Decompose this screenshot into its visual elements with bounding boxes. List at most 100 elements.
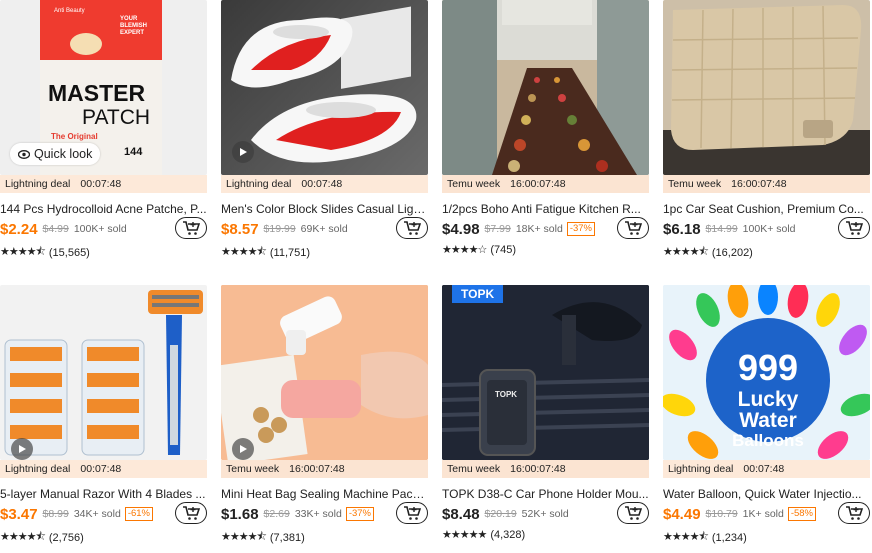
- original-price: $14.99: [705, 223, 738, 235]
- price: $3.47: [0, 505, 38, 523]
- play-video-button[interactable]: [232, 141, 254, 163]
- deal-label: Temu week: [447, 463, 501, 475]
- add-to-cart-button[interactable]: [396, 217, 428, 239]
- sold-count: 1K+ sold: [742, 508, 784, 520]
- deal-banner: Lightning deal 00:07:48: [221, 175, 428, 193]
- star-rating: ★★★★⯪: [0, 531, 46, 543]
- deal-timer: 00:07:48: [301, 178, 343, 190]
- add-to-cart-icon: [846, 221, 863, 235]
- original-price: $2.69: [263, 508, 290, 520]
- play-icon: [19, 445, 26, 453]
- play-icon: [240, 148, 247, 156]
- deal-label: Lightning deal: [226, 178, 292, 190]
- svg-text:Lucky: Lucky: [738, 388, 799, 411]
- svg-text:PATCH: PATCH: [82, 106, 150, 129]
- sold-count: 34K+ sold: [73, 508, 121, 520]
- brand-tag: TOPK: [452, 285, 504, 303]
- deal-banner: Temu week 16:00:07:48: [663, 175, 870, 193]
- product-card[interactable]: Temu week 16:00:07:48 Mini Heat Bag Seal…: [221, 285, 428, 547]
- add-to-cart-button[interactable]: [838, 217, 870, 239]
- product-image[interactable]: TOPK TOPK: [442, 285, 649, 460]
- add-to-cart-button[interactable]: [617, 217, 649, 239]
- add-to-cart-icon: [625, 221, 642, 235]
- svg-text:Balloons: Balloons: [732, 431, 804, 450]
- add-to-cart-button[interactable]: [175, 502, 207, 524]
- sold-count: 33K+ sold: [294, 508, 342, 520]
- deal-timer: 16:00:07:48: [510, 178, 566, 190]
- discount-badge: -37%: [566, 222, 596, 236]
- sold-count: 100K+ sold: [73, 223, 127, 235]
- product-image[interactable]: [221, 285, 428, 460]
- product-image[interactable]: 999 Lucky Water Balloons: [663, 285, 870, 460]
- deal-label: Lightning deal: [668, 463, 734, 475]
- price: $2.24: [0, 220, 38, 238]
- deal-timer: 16:00:07:48: [510, 463, 566, 475]
- deal-banner: Temu week 16:00:07:48: [442, 460, 649, 478]
- svg-text:MASTER: MASTER: [48, 80, 146, 106]
- deal-banner: Lightning deal 00:07:48: [0, 175, 207, 193]
- bag-sealer-image: [221, 285, 428, 460]
- product-card[interactable]: Lightning deal 00:07:48 5-layer Manual R…: [0, 285, 207, 547]
- product-image[interactable]: [442, 0, 649, 175]
- svg-text:Anti Beauty: Anti Beauty: [54, 8, 85, 14]
- price: $6.18: [663, 220, 701, 238]
- sold-count: 100K+ sold: [742, 223, 796, 235]
- deal-timer: 16:00:07:48: [289, 463, 345, 475]
- product-card[interactable]: Anti Beauty YOUR BLEMISH EXPERT MASTER P…: [0, 0, 207, 262]
- play-video-button[interactable]: [11, 438, 33, 460]
- deal-label: Temu week: [447, 178, 501, 190]
- quick-look-button[interactable]: Quick look: [10, 143, 101, 165]
- star-rating: ★★★★⯪: [221, 246, 267, 258]
- sold-count: 69K+ sold: [300, 223, 348, 235]
- product-card[interactable]: Lightning deal 00:07:48 Men's Color Bloc…: [221, 0, 428, 262]
- review-count: (745): [490, 243, 516, 256]
- product-card[interactable]: Temu week 16:00:07:48 1/2pcs Boho Anti F…: [442, 0, 649, 256]
- product-image[interactable]: Anti Beauty YOUR BLEMISH EXPERT MASTER P…: [0, 0, 207, 175]
- product-image[interactable]: [663, 0, 870, 175]
- phone-holder-image: TOPK: [442, 285, 649, 460]
- deal-label: Lightning deal: [5, 178, 71, 190]
- add-to-cart-icon: [404, 221, 421, 235]
- product-title[interactable]: Mini Heat Bag Sealing Machine Pack...: [221, 487, 428, 501]
- deal-banner: Temu week 16:00:07:48: [442, 175, 649, 193]
- play-video-button[interactable]: [232, 438, 254, 460]
- add-to-cart-button[interactable]: [617, 502, 649, 524]
- discount-badge: -37%: [345, 507, 375, 521]
- review-count: (2,756): [48, 531, 84, 544]
- review-count: (7,381): [269, 531, 305, 544]
- svg-text:144: 144: [124, 146, 143, 158]
- sold-count: 18K+ sold: [515, 223, 563, 235]
- review-count: (11,751): [269, 246, 311, 259]
- product-title[interactable]: 5-layer Manual Razor With 4 Blades ...: [0, 487, 207, 501]
- product-card[interactable]: Temu week 16:00:07:48 1pc Car Seat Cushi…: [663, 0, 870, 262]
- add-to-cart-button[interactable]: [838, 502, 870, 524]
- product-card[interactable]: TOPK TOPK Temu week 16:00:07:48 TOPK D38…: [442, 285, 649, 541]
- original-price: $19.99: [263, 223, 296, 235]
- product-title[interactable]: Men's Color Block Slides Casual Ligh...: [221, 202, 428, 216]
- product-title[interactable]: Water Balloon, Quick Water Injectio...: [663, 487, 870, 501]
- product-card[interactable]: 999 Lucky Water Balloons Lightning deal …: [663, 285, 870, 547]
- review-count: (1,234): [711, 531, 747, 544]
- add-to-cart-icon: [183, 221, 200, 235]
- product-image[interactable]: [221, 0, 428, 175]
- kitchen-rug-image: [442, 0, 649, 175]
- add-to-cart-icon: [625, 506, 642, 520]
- product-title[interactable]: 144 Pcs Hydrocolloid Acne Patche, P...: [0, 202, 207, 216]
- deal-label: Temu week: [226, 463, 280, 475]
- razor-image: [4, 290, 203, 456]
- deal-timer: 00:07:48: [80, 463, 122, 475]
- product-image[interactable]: [0, 285, 207, 460]
- product-title[interactable]: 1/2pcs Boho Anti Fatigue Kitchen R...: [442, 202, 649, 216]
- product-title[interactable]: TOPK D38-C Car Phone Holder Mou...: [442, 487, 649, 501]
- star-rating: ★★★★⯪: [221, 531, 267, 543]
- deal-timer: 00:07:48: [743, 463, 785, 475]
- product-title[interactable]: 1pc Car Seat Cushion, Premium Co...: [663, 202, 870, 216]
- svg-text:TOPK: TOPK: [495, 390, 517, 399]
- review-count: (4,328): [490, 528, 526, 541]
- deal-banner: Temu week 16:00:07:48: [221, 460, 428, 478]
- svg-text:BLEMISH: BLEMISH: [120, 23, 147, 29]
- add-to-cart-button[interactable]: [396, 502, 428, 524]
- seat-cushion-image: [663, 5, 870, 175]
- add-to-cart-button[interactable]: [175, 217, 207, 239]
- svg-text:999: 999: [738, 347, 798, 388]
